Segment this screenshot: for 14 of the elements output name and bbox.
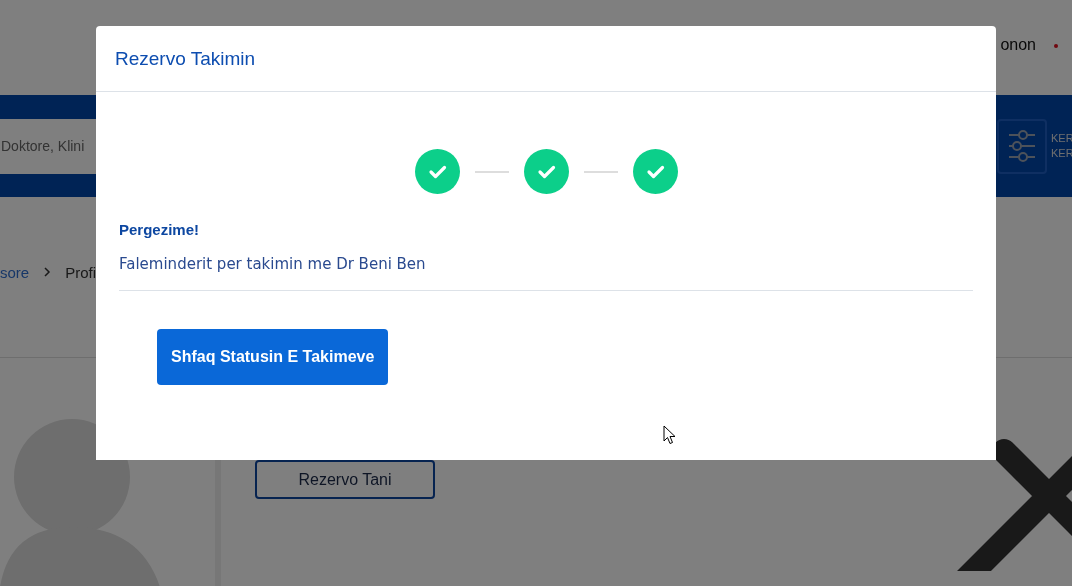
thank-you-message: Faleminderit per takimin me Dr Beni Ben	[119, 255, 427, 273]
book-button[interactable]: Rezervo Tani	[255, 460, 435, 499]
dot-icon	[1054, 43, 1058, 48]
breadcrumb-link[interactable]: sore	[0, 263, 30, 281]
chevron-icon	[43, 266, 52, 278]
breadcrumb-link[interactable]: Profi	[65, 263, 97, 281]
search-field[interactable]: Doktore, Klini	[0, 118, 96, 174]
show-status-button[interactable]: Shfaq Statusin E Takimeve	[157, 329, 389, 385]
success-heading: Pergezime!	[119, 221, 201, 238]
nav-link[interactable]: onon	[1000, 35, 1036, 54]
filter-button[interactable]	[997, 118, 1047, 174]
sliders-icon	[1007, 129, 1037, 163]
dialog-title: Rezervo Takimin	[115, 47, 256, 70]
cursor-icon	[663, 425, 676, 445]
